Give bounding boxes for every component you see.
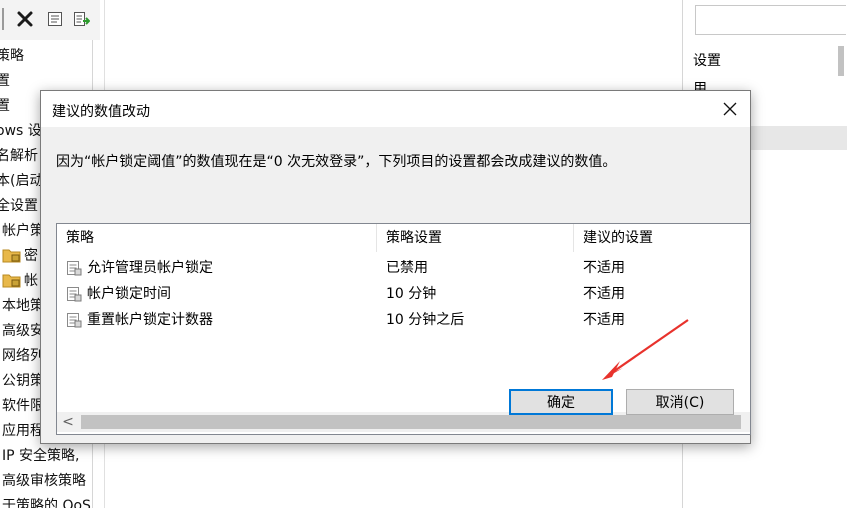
tree-item[interactable]: ows 设 [0, 119, 46, 143]
column-header-policy[interactable]: 策略 [57, 224, 377, 252]
tree-item-label: 置 [0, 98, 10, 114]
tree-item-label: ows 设 [0, 123, 42, 139]
tree-item[interactable]: 帐 [0, 269, 38, 293]
tree-item[interactable]: 网络列 [0, 344, 44, 368]
tree-item[interactable]: 于策略的 QoS [0, 494, 91, 508]
annotation-arrow-icon [602, 319, 689, 380]
scrollbar-thumb[interactable] [838, 46, 844, 76]
tree-item[interactable]: 应用程 [0, 419, 44, 443]
policy-name: 帐户锁定时间 [87, 286, 171, 302]
suggested-changes-dialog: 建议的数值改动 因为“帐户锁定阈值”的数值现在是“0 次无效登录”，下列项目的设… [40, 90, 751, 444]
vertical-scrollbar[interactable] [834, 40, 847, 80]
tree-item[interactable]: 全设置 [0, 194, 42, 218]
tree-item-label: 于策略的 QoS [2, 498, 91, 508]
tree-item[interactable]: 本地策 [0, 294, 44, 318]
tree-item-label: 名解析 [0, 148, 38, 164]
tree-item-label: 本(启动 [0, 173, 44, 189]
policy-icon [66, 312, 82, 328]
tree-item[interactable]: 密 [0, 244, 38, 268]
horizontal-scrollbar[interactable]: < [57, 412, 750, 432]
tree-item-label: 公钥策 [2, 373, 44, 389]
folder-lock-icon [2, 249, 21, 263]
tree-item-label: 应用程 [2, 423, 44, 439]
export-list-icon[interactable] [70, 7, 92, 31]
tree-item[interactable]: 策略 [0, 44, 28, 68]
policy-setting: 已禁用 [386, 260, 428, 276]
tree-item-label: 高级审核策略 [2, 473, 86, 489]
tree-item[interactable]: 帐户策 [0, 219, 44, 243]
tree-item-label: 本地策 [2, 298, 44, 314]
cancel-button[interactable]: 取消(C) [626, 389, 734, 415]
tree-item-label: 置 [0, 73, 10, 89]
table-row[interactable]: 允许管理员帐户锁定 已禁用 不适用 [57, 255, 750, 281]
scroll-left-arrow-icon[interactable]: < [57, 412, 79, 432]
tree-item-label: 密 [24, 248, 38, 264]
tree-item-label: IP 安全策略, [2, 448, 80, 464]
scrollbar-thumb[interactable] [81, 415, 741, 429]
mmc-toolbar [0, 0, 100, 40]
tree-item[interactable]: 高级审核策略 [0, 469, 86, 493]
tree-item[interactable]: 软件限 [0, 394, 44, 418]
tree-item-label: 全设置 [0, 198, 38, 214]
table-row[interactable]: 帐户锁定时间 10 分钟 不适用 [57, 281, 750, 307]
suggested-setting: 不适用 [583, 260, 625, 276]
tree-item-label: 软件限 [2, 398, 44, 414]
suggested-setting: 不适用 [583, 286, 625, 302]
properties-icon[interactable] [44, 7, 66, 31]
tree-item[interactable]: 高级安 [0, 319, 44, 343]
dialog-message: 因为“帐户锁定阈值”的数值现在是“0 次无效登录”，下列项目的设置都会改成建议的… [56, 154, 617, 170]
tree-item-label: 高级安 [2, 323, 44, 339]
policy-setting: 10 分钟 [386, 286, 437, 302]
tree-item-label: 帐 [24, 273, 38, 289]
policy-icon [66, 286, 82, 302]
policy-name: 重置帐户锁定计数器 [87, 312, 213, 328]
details-header-box [695, 5, 846, 35]
tree-item[interactable]: 名解析 [0, 144, 42, 168]
tree-item-label: 网络列 [2, 348, 44, 364]
tree-item[interactable]: 置 [0, 69, 14, 93]
tree-item[interactable]: 置 [0, 94, 14, 118]
toolbar-separator [2, 8, 4, 30]
ok-button[interactable]: 确定 [509, 389, 613, 415]
tree-item[interactable]: IP 安全策略, [0, 444, 80, 468]
policy-icon [66, 260, 82, 276]
tree-item-label: 策略 [0, 48, 24, 64]
details-column-header: 设置 [693, 53, 721, 69]
dialog-titlebar: 建议的数值改动 [41, 91, 750, 127]
column-header-setting[interactable]: 策略设置 [377, 224, 574, 252]
dialog-title: 建议的数值改动 [52, 104, 150, 120]
delete-icon[interactable] [14, 7, 36, 31]
column-header-suggested[interactable]: 建议的设置 [574, 224, 750, 252]
tree-item[interactable]: 公钥策 [0, 369, 44, 393]
close-icon[interactable] [710, 91, 750, 127]
tree-item-label: 帐户策 [2, 223, 44, 239]
folder-lock-icon [2, 274, 21, 288]
policy-setting: 10 分钟之后 [386, 312, 465, 328]
policy-name: 允许管理员帐户锁定 [87, 260, 213, 276]
